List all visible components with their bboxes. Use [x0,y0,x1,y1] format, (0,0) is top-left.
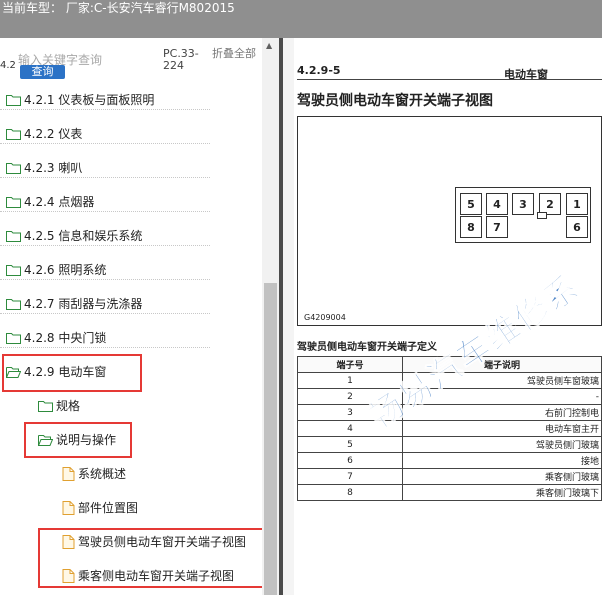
tree-item[interactable]: 4.2.7 雨刮器与洗涤器 [0,294,210,314]
tree-item[interactable]: 4.2.6 照明系统 [0,260,210,280]
pin-description: 电动车窗主开 [402,420,602,437]
tree-item-label: 4.2.5 信息和娱乐系统 [24,229,143,243]
pin-label: 8 [460,216,482,238]
pin-number: 5 [297,436,403,453]
scroll-up-arrow-icon[interactable]: ▲ [266,41,272,50]
collapse-all-button[interactable]: 折叠全部 [212,48,256,60]
table-row: 6 接地 [297,452,602,469]
pin-label: 5 [460,193,482,215]
highlight-box [24,422,132,458]
page-ref-label: PC.33-224 [163,47,199,72]
page-title: 当前车型： 厂家:C-长安汽车睿行M802015 [2,1,235,15]
tree-item[interactable]: 部件位置图 [62,498,138,518]
search-button[interactable]: 查询 [20,65,65,79]
pin-label: 7 [486,216,508,238]
folder-closed-icon [6,128,21,140]
table-row: 8 乘客侧门玻璃下 [297,484,602,501]
tree-item[interactable]: 系统概述 [62,464,126,484]
document-heading: 驾驶员侧电动车窗开关端子视图 [297,93,493,109]
document-viewer: 4.2.9-5 电动车窗 驾驶员侧电动车窗开关端子视图 5 4 3 2 1 8 … [283,38,602,595]
folder-closed-icon [38,400,53,412]
tree-item-label: 4.2.1 仪表板与面板照明 [24,93,155,107]
tree-item-label: 系统概述 [78,467,127,481]
folder-closed-icon [6,298,21,310]
tree-item-label: 4.2.3 喇叭 [24,161,83,175]
divider [297,79,602,80]
tree-item-label: 4.2.2 仪表 [24,127,83,141]
highlight-box [38,528,266,588]
section-number: 4.2.9-5 [297,64,341,77]
table-row: 4 电动车窗主开 [297,420,602,437]
pin-label: 4 [486,193,508,215]
scrollbar-thumb[interactable] [264,283,277,595]
tree-item-label: 规格 [56,399,81,413]
pin-label: 6 [566,216,588,238]
folder-closed-icon [6,332,21,344]
pin-description: 乘客侧门玻璃下 [402,484,602,501]
table-header: 端子号 [297,356,403,373]
pin-label: 1 [566,193,588,215]
tree-item[interactable]: 4.2.8 中央门锁 [0,328,210,348]
pin-number: 7 [297,468,403,485]
pin-description: 接地 [402,452,602,469]
connector-key [537,212,547,219]
tree-item[interactable]: 4.2.2 仪表 [0,124,210,144]
pin-description: 右前门控制电 [402,404,602,421]
folder-closed-icon [6,230,21,242]
title-bar: 当前车型： 厂家:C-长安汽车睿行M802015 [0,0,602,38]
left-tree-panel: 4.2 输入关键字查询 查询 PC.33-224 折叠全部 4.2.1 仪表板与… [0,38,279,595]
connector-diagram: 5 4 3 2 1 8 7 6 [455,187,591,243]
table-row: 5 驾驶员侧门玻璃 [297,436,602,453]
folder-closed-icon [6,264,21,276]
tree-item-label: 4.2.7 雨刮器与洗涤器 [24,297,143,311]
pin-label: 3 [512,193,534,215]
tree-item-label: 4.2.8 中央门锁 [24,331,107,345]
table-row: 3 右前门控制电 [297,404,602,421]
tree-item-label: 部件位置图 [78,501,139,515]
tree-item-label: 4.2.6 照明系统 [24,263,107,277]
tree-item[interactable]: 4.2.1 仪表板与面板照明 [0,90,210,110]
pin-number: 8 [297,484,403,501]
truncated-tree-node: 4.2 [0,60,16,71]
tree-item[interactable]: 规格 [38,396,80,416]
folder-closed-icon [6,196,21,208]
pin-description: 乘客侧门玻璃 [402,468,602,485]
highlight-box [2,354,142,392]
folder-closed-icon [6,94,21,106]
pin-number: 6 [297,452,403,469]
tree-item[interactable]: 4.2.4 点烟器 [0,192,210,212]
table-row: 7 乘客侧门玻璃 [297,468,602,485]
pin-description: 驾驶员侧门玻璃 [402,436,602,453]
document-icon [62,466,75,481]
table-title: 驾驶员侧电动车窗开关端子定义 [297,342,437,353]
figure-id: G4209004 [304,313,346,322]
tree-item[interactable]: 4.2.5 信息和娱乐系统 [0,226,210,246]
tree-item[interactable]: 4.2.3 喇叭 [0,158,210,178]
tree-item-label: 4.2.4 点烟器 [24,195,95,209]
document-icon [62,500,75,515]
folder-closed-icon [6,162,21,174]
